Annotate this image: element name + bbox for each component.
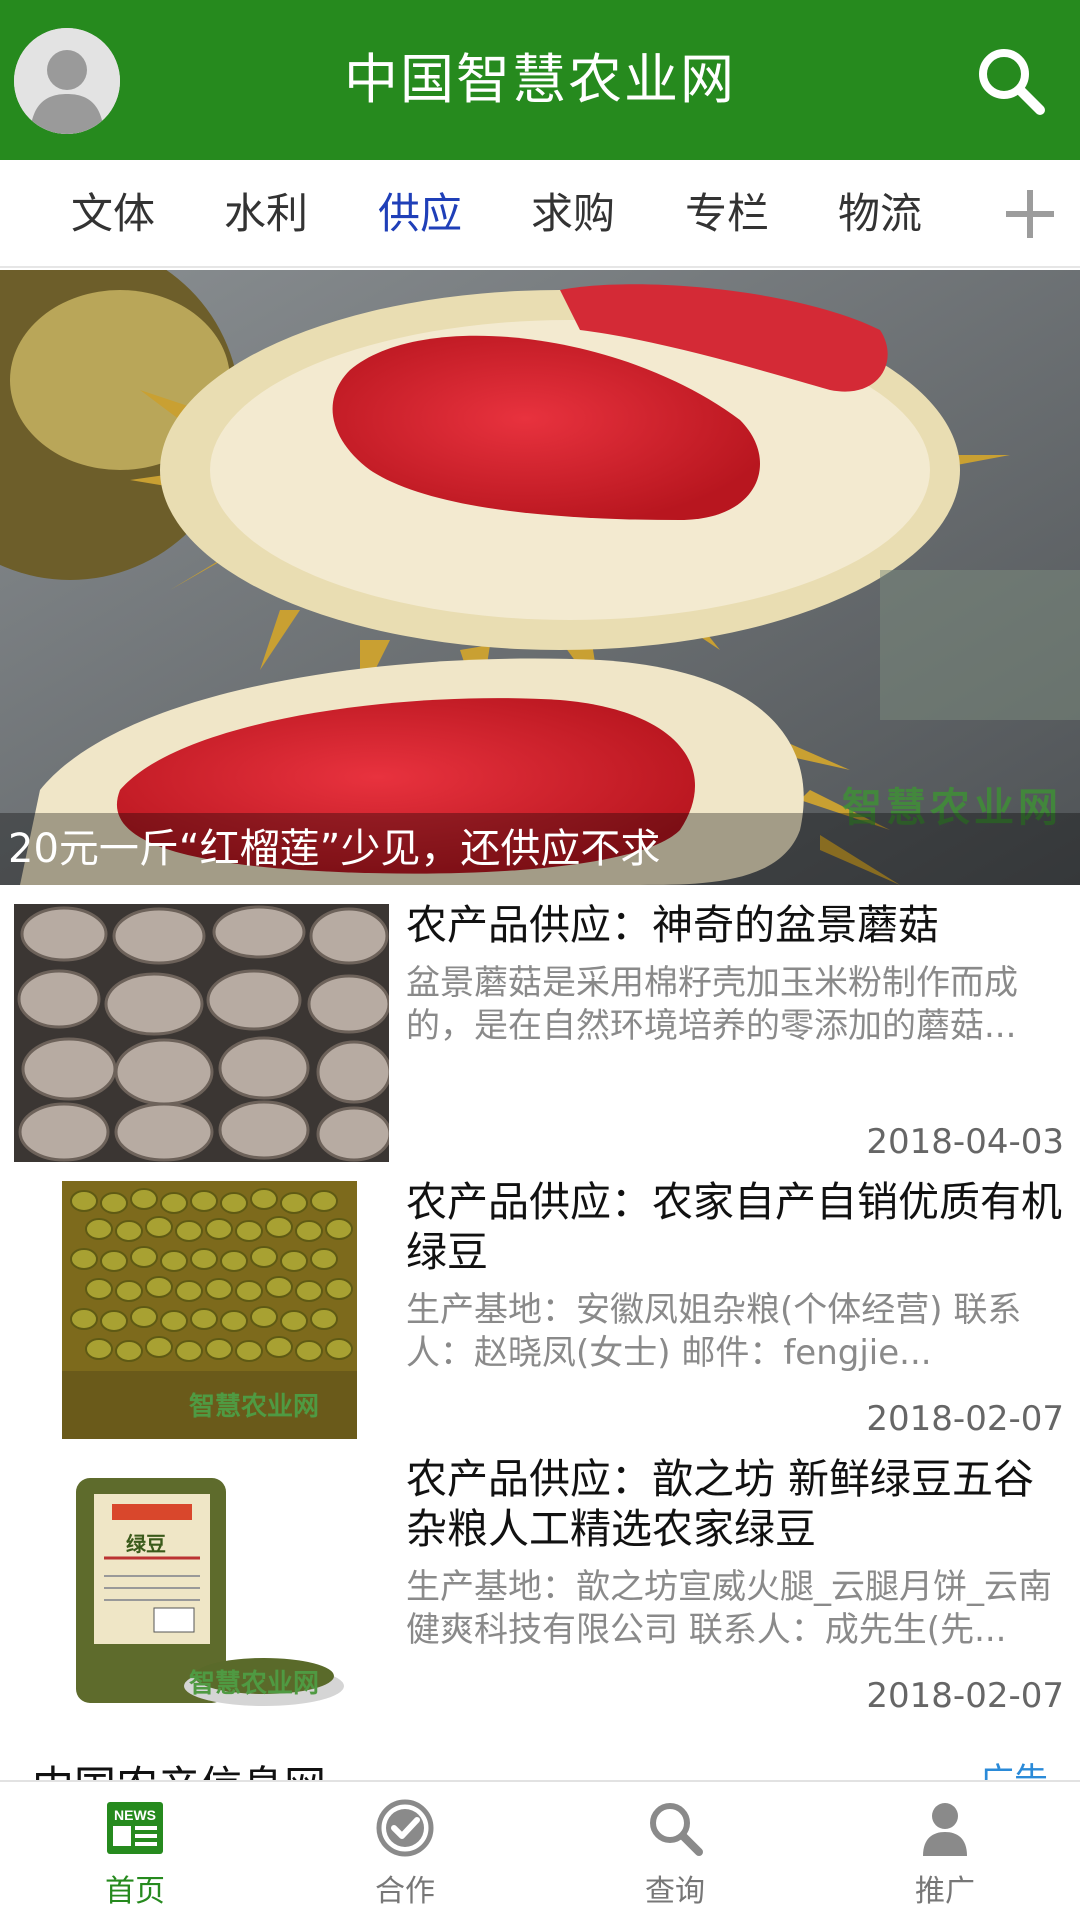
news-title: 农产品供应：歆之坊 新鲜绿豆五谷杂粮人工精选农家绿豆 <box>406 1455 1035 1553</box>
category-tab-qiugou[interactable]: 求购 <box>508 160 638 268</box>
news-item[interactable]: 农产品供应：神奇的盆景蘑菇 盆景蘑菇是采用棉籽壳加玉米粉制作而成的，是在自然环境… <box>0 890 1080 1165</box>
news-date: 2018-04-03 <box>866 1122 1064 1162</box>
news-item[interactable]: 智慧农业网 农产品供应：农家自产自销优质有机绿豆 生产基地：安徽凤姐杂粮(个体经… <box>0 1167 1080 1442</box>
category-tab-shuili[interactable]: 水利 <box>201 160 331 268</box>
news-icon: NEWS <box>105 1798 165 1858</box>
category-tab-gongying[interactable]: 供应 <box>355 160 485 268</box>
news-summary: 盆景蘑菇是采用棉籽壳加玉米粉制作而成的，是在自然环境培养的零添加的蘑菇... <box>406 963 1018 1046</box>
category-tab-zhuanlan[interactable]: 专栏 <box>662 160 792 268</box>
bag-label: 绿豆 <box>126 1532 166 1556</box>
news-date: 2018-02-07 <box>866 1676 1064 1716</box>
news-summary: 生产基地：歆之坊宣威火腿_云腿月饼_云南健爽科技有限公司 联系人：成先生(先..… <box>406 1567 1052 1650</box>
tab-label: 推广 <box>915 1874 975 1909</box>
category-tab-wenti[interactable]: 文体 <box>48 160 178 268</box>
person-icon <box>915 1798 975 1858</box>
mung-bean-thumbnail: 智慧农业网 <box>14 1181 389 1439</box>
news-title: 农产品供应：农家自产自销优质有机绿豆 <box>406 1178 1062 1276</box>
category-nav: 文体 水利 供应 求购 专栏 物流 <box>0 160 1080 268</box>
tab-query[interactable]: 查询 <box>540 1782 810 1920</box>
search-icon <box>645 1798 705 1858</box>
app-title: 中国智慧农业网 <box>344 48 736 111</box>
tab-promote[interactable]: 推广 <box>810 1782 1080 1920</box>
plus-icon[interactable] <box>1000 184 1060 244</box>
mushroom-thumbnail <box>14 904 389 1162</box>
thumb-watermark: 智慧农业网 <box>189 1669 320 1699</box>
category-tab-wuliu[interactable]: 物流 <box>815 160 945 268</box>
ad-label[interactable]: 广告 <box>980 1753 1048 1780</box>
tab-cooperation[interactable]: 合作 <box>270 1782 540 1920</box>
search-icon[interactable] <box>972 42 1052 122</box>
tab-label: 合作 <box>375 1874 435 1909</box>
news-item[interactable]: 绿豆 智慧农业网 农产品供应：歆之坊 新鲜绿豆五谷杂粮人工精选农家绿豆 生产基地… <box>0 1444 1080 1719</box>
next-section-peek: 中国农产信息网 广告 <box>0 1745 1080 1780</box>
tab-label: 首页 <box>105 1874 165 1909</box>
tab-home[interactable]: NEWS 首页 <box>0 1782 270 1920</box>
check-circle-icon <box>375 1798 435 1858</box>
banner-caption: 20元一斤“红榴莲”少见，还供应不求 <box>0 813 1080 885</box>
section-title: 中国农产信息网 <box>32 1753 326 1780</box>
news-summary: 生产基地：安徽凤姐杂粮(个体经营) 联系人：赵晓凤(女士) 邮件：fengjie… <box>406 1290 1022 1373</box>
news-title: 农产品供应：神奇的盆景蘑菇 <box>406 901 939 949</box>
news-icon-text: NEWS <box>114 1807 156 1823</box>
tab-label: 查询 <box>645 1874 705 1909</box>
banner-carousel[interactable]: 智慧农业网 20元一斤“红榴莲”少见，还供应不求 <box>0 270 1080 885</box>
mung-bean-bag-thumbnail: 绿豆 智慧农业网 <box>14 1458 389 1716</box>
thumb-watermark: 智慧农业网 <box>189 1392 320 1422</box>
bottom-tab-bar: NEWS 首页 合作 查询 推广 <box>0 1780 1080 1920</box>
app-header: 中国智慧农业网 <box>0 0 1080 160</box>
news-date: 2018-02-07 <box>866 1399 1064 1439</box>
